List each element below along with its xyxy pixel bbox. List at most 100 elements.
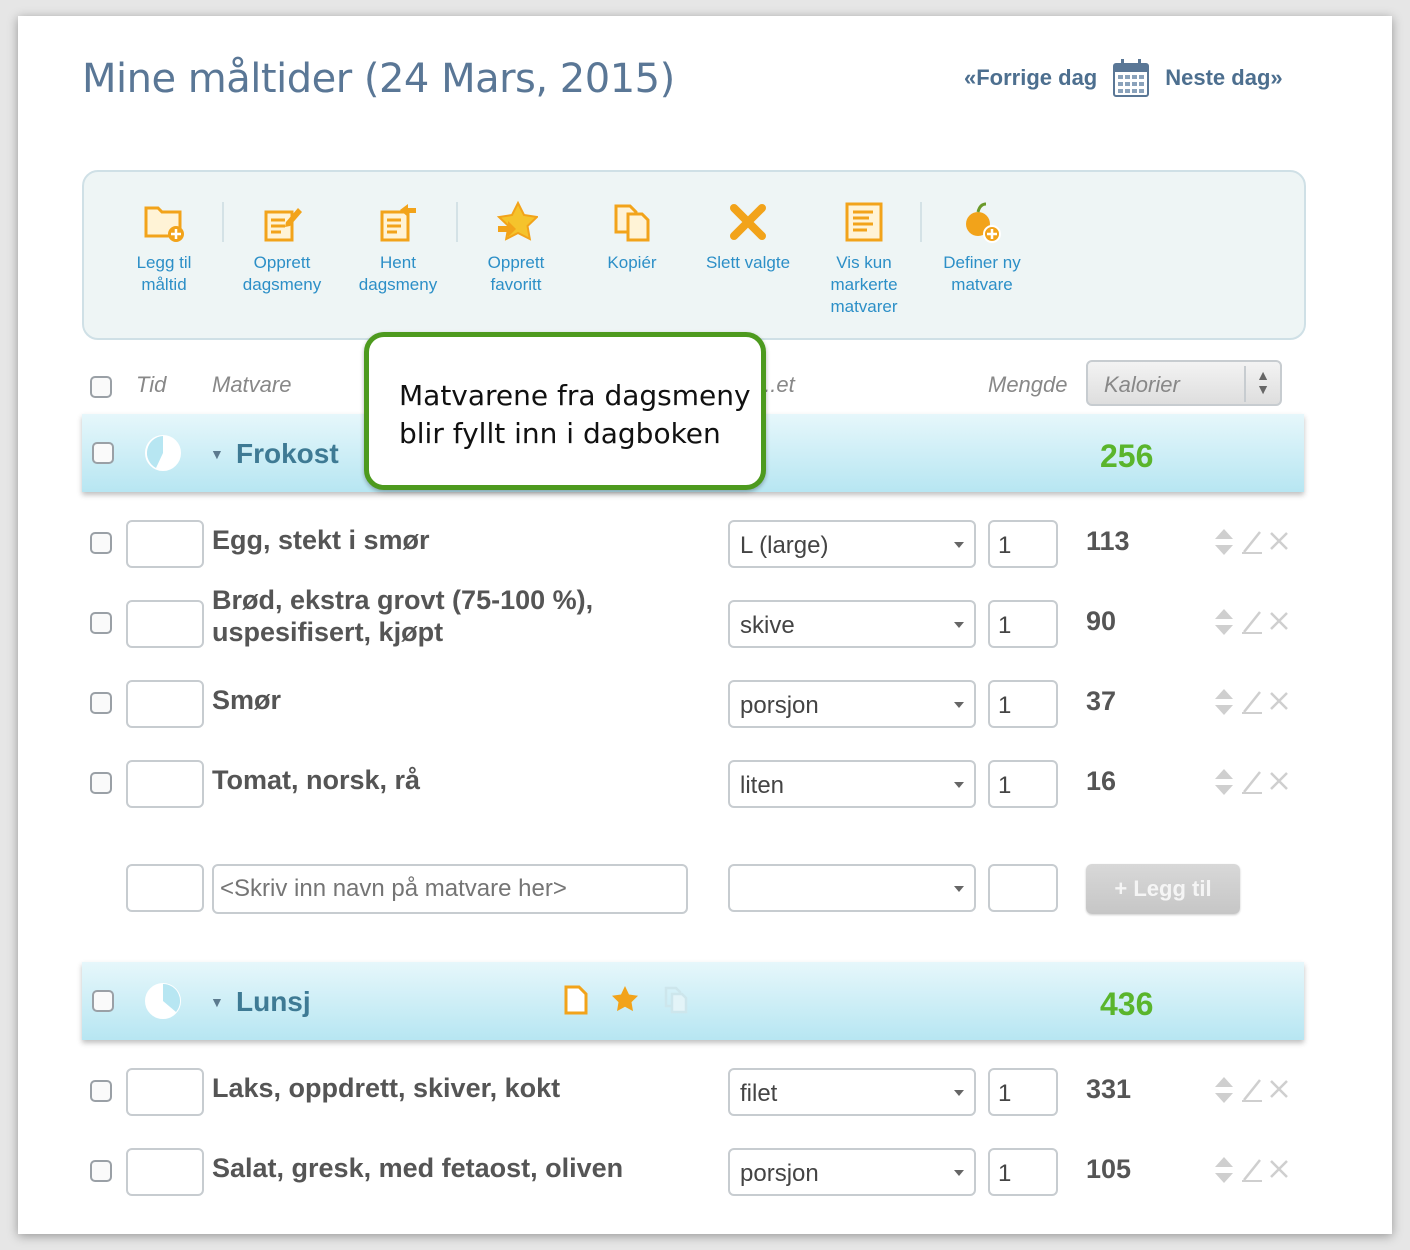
caret-down-icon: [954, 702, 964, 708]
row-checkbox[interactable]: [90, 692, 112, 714]
row-actions: [1214, 1152, 1288, 1188]
fetch-menu-icon: [376, 200, 420, 244]
copy-icon[interactable]: [662, 984, 690, 1016]
food-row: Egg, stekt i smør L (large) 1 113: [18, 514, 1392, 574]
meal-name[interactable]: Lunsj: [236, 986, 311, 1018]
time-input[interactable]: [126, 1068, 204, 1116]
copy-icon: [610, 200, 654, 244]
time-input[interactable]: [126, 1148, 204, 1196]
move-updown-icon[interactable]: [1214, 688, 1234, 716]
food-search-input[interactable]: [212, 864, 688, 914]
row-checkbox[interactable]: [90, 612, 112, 634]
caret-down-icon: [954, 1170, 964, 1176]
add-meal-button[interactable]: Legg til måltid: [106, 200, 222, 296]
move-updown-icon[interactable]: [1214, 608, 1234, 636]
add-food-button[interactable]: + Legg til: [1086, 864, 1240, 914]
updown-arrow-icon: ▲ ▼: [1256, 367, 1270, 397]
move-updown-icon[interactable]: [1214, 528, 1234, 556]
edit-pencil-icon[interactable]: [1240, 768, 1264, 796]
unit-select[interactable]: porsjon: [728, 680, 976, 728]
unit-select[interactable]: filet: [728, 1068, 976, 1116]
food-row: Salat, gresk, med fetaost, oliven porsjo…: [18, 1142, 1392, 1202]
food-name: Laks, oppdrett, skiver, kokt: [212, 1073, 561, 1103]
quantity-input[interactable]: 1: [988, 680, 1058, 728]
meal-checkbox[interactable]: [92, 990, 114, 1012]
row-checkbox[interactable]: [90, 772, 112, 794]
fetch-day-menu-button[interactable]: Hent dagsmeny: [340, 200, 456, 296]
copy-button[interactable]: Kopiér: [574, 200, 690, 274]
page-title: Mine måltider (24 Mars, 2015): [82, 56, 675, 102]
delete-x-icon[interactable]: [1268, 768, 1290, 796]
unit-select[interactable]: skive: [728, 600, 976, 648]
create-day-menu-button[interactable]: Opprett dagsmeny: [224, 200, 340, 296]
delete-selected-button[interactable]: Slett valgte: [690, 200, 806, 274]
unit-select[interactable]: liten: [728, 760, 976, 808]
unit-select[interactable]: L (large): [728, 520, 976, 568]
edit-pencil-icon[interactable]: [1240, 608, 1264, 636]
edit-pencil-icon[interactable]: [1240, 1156, 1264, 1184]
star-icon[interactable]: [610, 984, 640, 1014]
food-row: Smør porsjon 1 37: [18, 674, 1392, 734]
delete-x-icon[interactable]: [1268, 528, 1290, 556]
row-checkbox[interactable]: [90, 1080, 112, 1102]
quantity-input[interactable]: 1: [988, 1148, 1058, 1196]
food-name: Brød, ekstra grovt (75-100 %), uspesifis…: [212, 585, 594, 647]
show-marked-button[interactable]: Vis kun markerte matvarer: [806, 200, 922, 318]
app-window: Mine måltider (24 Mars, 2015) «Forrige d…: [18, 16, 1392, 1234]
meal-calories: 436: [1100, 986, 1154, 1022]
previous-day-link[interactable]: «Forrige dag: [964, 65, 1097, 91]
quantity-input[interactable]: 1: [988, 520, 1058, 568]
food-calories: 331: [1086, 1074, 1132, 1104]
edit-pencil-icon[interactable]: [1240, 688, 1264, 716]
next-day-link[interactable]: Neste dag»: [1165, 65, 1282, 91]
nutrient-select[interactable]: Kalorier ▲ ▼: [1086, 360, 1282, 406]
select-all-checkbox[interactable]: [90, 376, 112, 398]
quantity-input[interactable]: 1: [988, 760, 1058, 808]
time-input[interactable]: [126, 864, 204, 912]
meal-checkbox[interactable]: [92, 442, 114, 464]
delete-x-icon[interactable]: [1268, 1076, 1290, 1104]
new-food-icon: [960, 200, 1004, 244]
time-input[interactable]: [126, 520, 204, 568]
row-actions: [1214, 764, 1288, 800]
row-checkbox[interactable]: [90, 532, 112, 554]
unit-select[interactable]: [728, 864, 976, 912]
create-favorite-button[interactable]: Opprett favoritt: [458, 200, 574, 296]
time-input[interactable]: [126, 600, 204, 648]
food-calories: 105: [1086, 1154, 1132, 1184]
food-row: Brød, ekstra grovt (75-100 %), uspesifis…: [18, 585, 1392, 654]
edit-pencil-icon[interactable]: [1240, 1076, 1264, 1104]
edit-pencil-icon[interactable]: [1240, 528, 1264, 556]
delete-x-icon[interactable]: [1268, 608, 1290, 636]
time-input[interactable]: [126, 680, 204, 728]
delete-x-icon: [726, 200, 770, 244]
row-actions: [1214, 604, 1288, 640]
unit-select[interactable]: porsjon: [728, 1148, 976, 1196]
food-row: Laks, oppdrett, skiver, kokt filet 1 331: [18, 1062, 1392, 1122]
food-calories: 16: [1086, 766, 1117, 796]
meal-name[interactable]: Frokost: [236, 438, 339, 470]
move-updown-icon[interactable]: [1214, 1156, 1234, 1184]
row-actions: [1214, 1072, 1288, 1108]
move-updown-icon[interactable]: [1214, 768, 1234, 796]
quantity-input[interactable]: [988, 864, 1058, 912]
delete-x-icon[interactable]: [1268, 688, 1290, 716]
quantity-input[interactable]: 1: [988, 600, 1058, 648]
action-toolbar: Legg til måltid Opprett dagsmeny Hent da…: [82, 170, 1306, 340]
delete-x-icon[interactable]: [1268, 1156, 1290, 1184]
favorite-star-icon: [494, 200, 540, 244]
calendar-icon[interactable]: [1113, 58, 1150, 98]
collapse-triangle-icon[interactable]: ▼: [210, 994, 224, 1010]
define-new-food-button[interactable]: Definer ny matvare: [924, 200, 1040, 296]
food-name: Egg, stekt i smør: [212, 525, 430, 555]
collapse-triangle-icon[interactable]: ▼: [210, 446, 224, 462]
row-actions: [1214, 524, 1288, 560]
quantity-input[interactable]: 1: [988, 1068, 1058, 1116]
list-icon: [842, 200, 886, 244]
time-input[interactable]: [126, 760, 204, 808]
document-icon[interactable]: [562, 984, 590, 1016]
move-updown-icon[interactable]: [1214, 1076, 1234, 1104]
create-menu-icon: [260, 200, 304, 244]
row-checkbox[interactable]: [90, 1160, 112, 1182]
food-calories: 90: [1086, 606, 1117, 636]
